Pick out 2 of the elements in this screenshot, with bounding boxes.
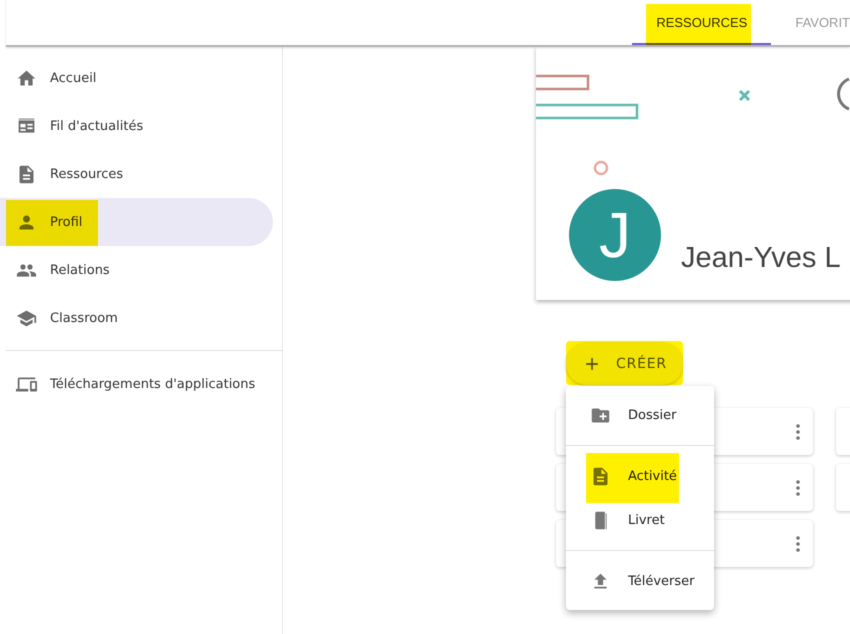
avatar: J: [569, 189, 661, 281]
profile-name: Jean-Yves L: [681, 242, 841, 275]
